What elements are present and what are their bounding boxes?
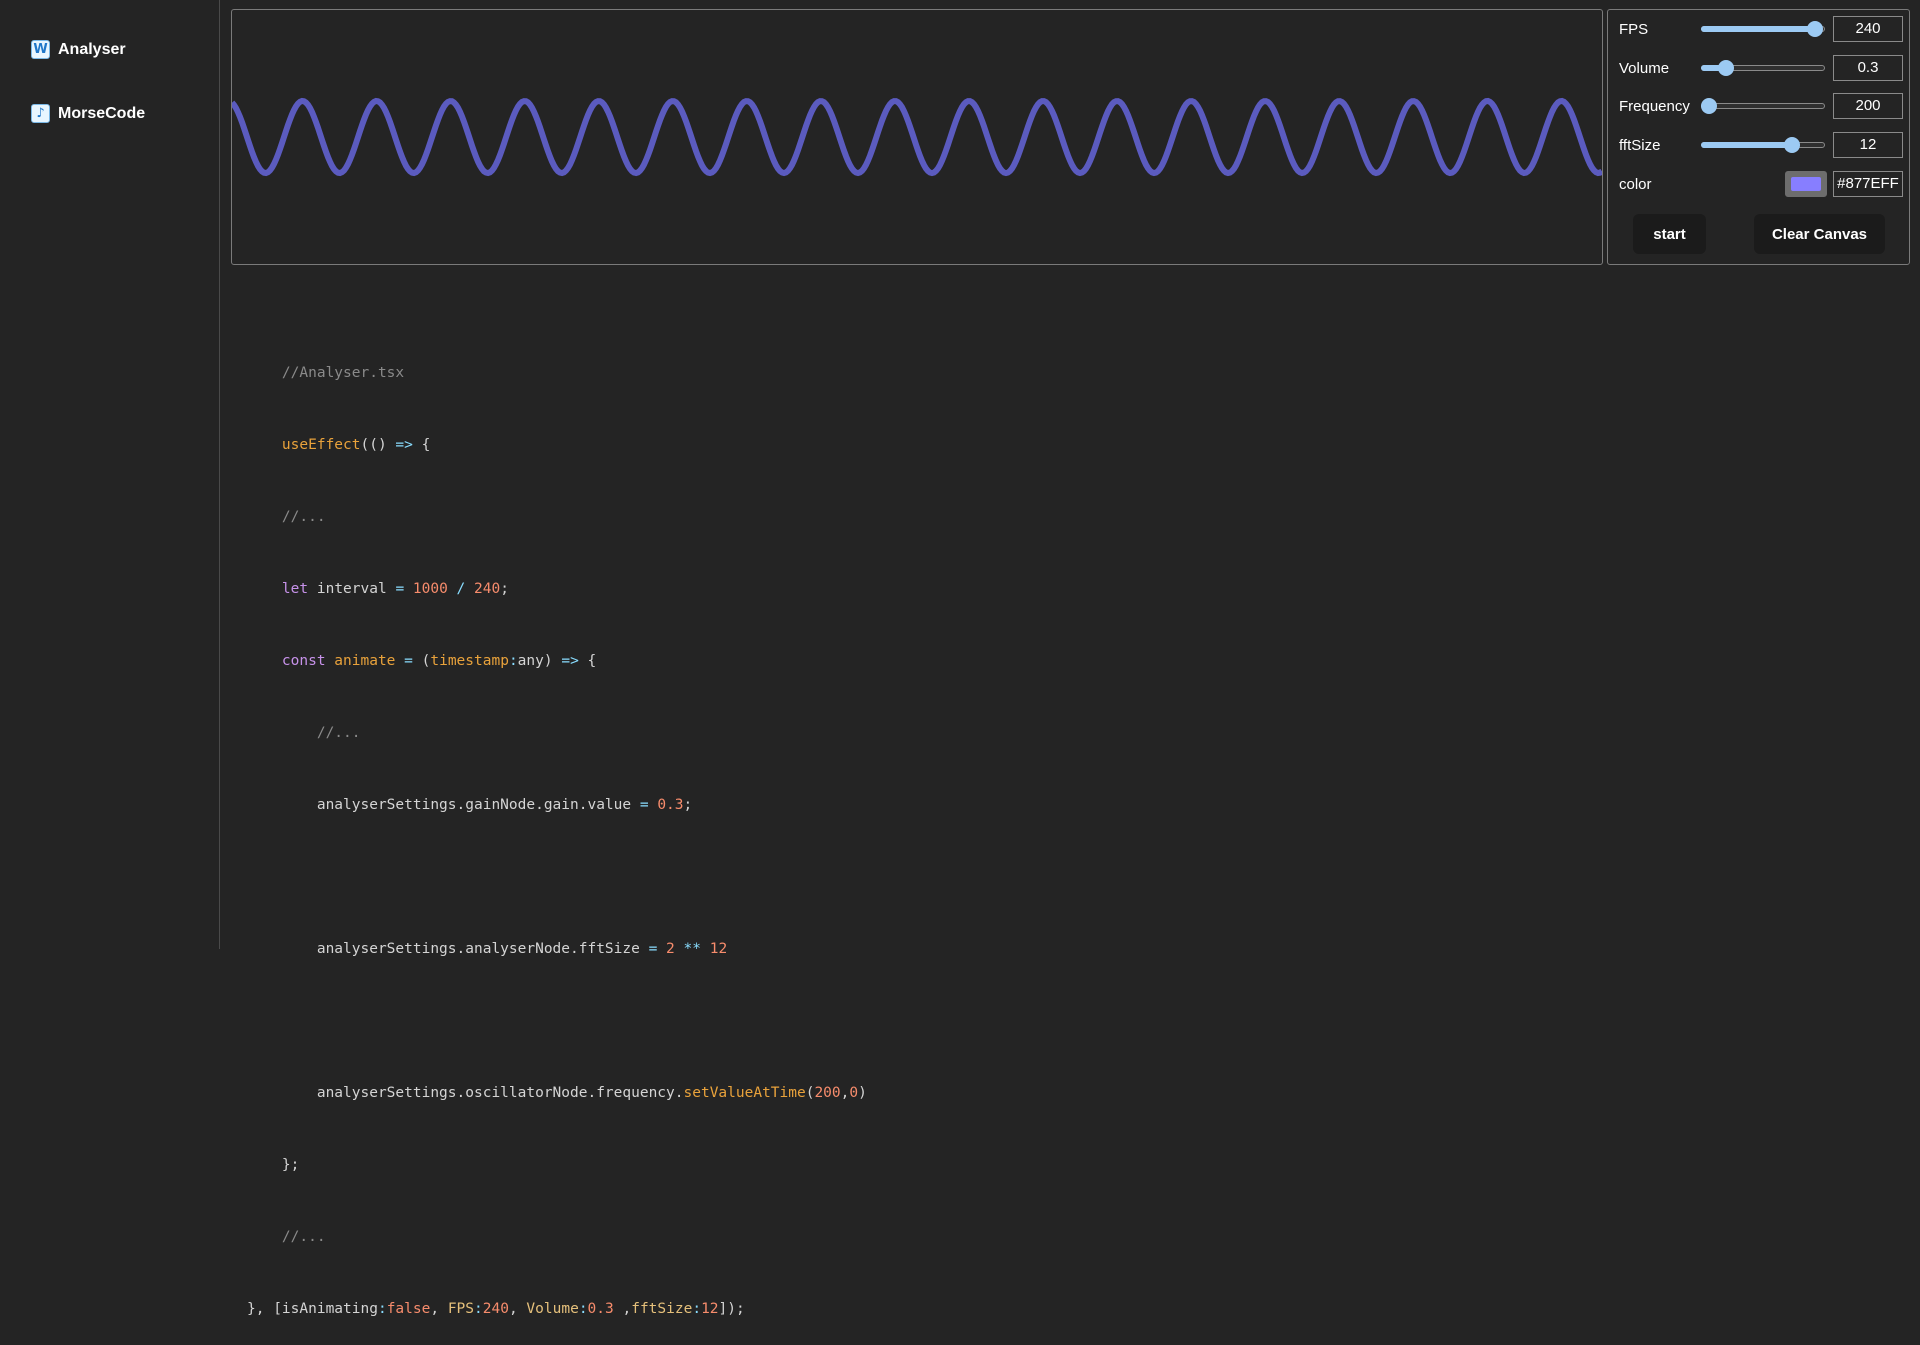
waveform-line <box>232 97 1602 177</box>
volume-label: Volume <box>1619 59 1670 77</box>
frequency-label: Frequency <box>1619 97 1690 115</box>
fps-label: FPS <box>1619 20 1649 38</box>
volume-control: Volume 0.3 <box>1619 54 1903 82</box>
waveform-canvas <box>231 9 1603 265</box>
sidebar: W Analyser ♪ MorseCode <box>0 0 220 949</box>
code-line: //... <box>281 509 326 525</box>
code-line: }; <box>281 1157 300 1173</box>
sidebar-item-label: MorseCode <box>58 104 146 122</box>
volume-input[interactable]: 0.3 <box>1833 55 1903 81</box>
fftsize-input[interactable]: 12 <box>1833 132 1903 158</box>
code-line: //... <box>316 725 361 741</box>
music-note-icon: ♪ <box>31 104 50 123</box>
start-button[interactable]: start <box>1633 214 1706 254</box>
sidebar-item-label: Analyser <box>58 40 126 58</box>
fftsize-control: fftSize 12 <box>1619 131 1903 159</box>
volume-slider[interactable] <box>1701 58 1825 78</box>
code-line: let interval = 1000 / 240; <box>281 581 509 597</box>
code-line: }, [isAnimating:false, FPS:240, Volume:0… <box>247 1301 745 1317</box>
fps-input[interactable]: 240 <box>1833 16 1903 42</box>
frequency-control: Frequency 200 <box>1619 92 1903 120</box>
analyser-icon: W <box>31 40 50 59</box>
fps-control: FPS 240 <box>1619 15 1903 43</box>
clear-canvas-button[interactable]: Clear Canvas <box>1754 214 1885 254</box>
waveform-svg <box>232 97 1602 177</box>
frequency-input[interactable]: 200 <box>1833 93 1903 119</box>
frequency-slider[interactable] <box>1701 96 1825 116</box>
controls-panel: FPS 240 Volume 0.3 Frequency 200 fftSize… <box>1607 9 1910 265</box>
code-line: analyserSettings.oscillatorNode.frequenc… <box>316 1085 867 1101</box>
fps-slider[interactable] <box>1701 19 1825 39</box>
color-swatch <box>1791 177 1821 191</box>
color-label: color <box>1619 175 1652 193</box>
code-line: useEffect(() => { <box>281 437 431 453</box>
code-line: //Analyser.tsx <box>281 365 405 381</box>
color-input[interactable]: #877EFF <box>1833 171 1903 197</box>
fftsize-slider[interactable] <box>1701 135 1825 155</box>
code-line: //... <box>281 1229 326 1245</box>
fftsize-label: fftSize <box>1619 136 1661 154</box>
code-snippet: //Analyser.tsx useEffect(() => { //... l… <box>247 313 867 1345</box>
code-line: analyserSettings.analyserNode.fftSize = … <box>316 941 728 957</box>
code-line: const animate = (timestamp:any) => { <box>281 653 597 669</box>
sidebar-item-analyser[interactable]: W Analyser <box>31 40 126 59</box>
color-picker[interactable] <box>1785 171 1827 197</box>
sidebar-item-morsecode[interactable]: ♪ MorseCode <box>31 104 145 123</box>
code-line: analyserSettings.gainNode.gain.value = 0… <box>316 797 693 813</box>
color-control: color #877EFF <box>1619 170 1903 198</box>
